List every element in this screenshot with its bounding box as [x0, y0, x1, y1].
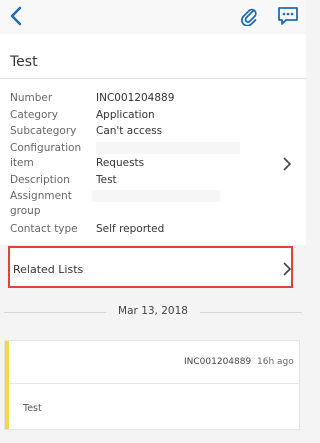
field-label-item: item — [10, 157, 34, 169]
activity-date: Mar 13, 2018 — [118, 305, 188, 317]
chevron-right-icon — [283, 262, 291, 276]
field-label-category: Category — [10, 109, 58, 121]
field-label-subcategory: Subcategory — [10, 125, 77, 137]
card-incident-number: INC001204889 — [184, 357, 252, 367]
divider — [0, 78, 306, 79]
field-label-configuration: Configuration — [10, 142, 82, 154]
field-label-contact-type: Contact type — [10, 223, 78, 235]
field-label-assignment: Assignment — [10, 190, 72, 202]
field-value-configuration-item[interactable]: Requests — [96, 157, 144, 170]
back-chevron-icon[interactable] — [9, 6, 23, 26]
record-panel — [0, 34, 306, 245]
field-value-configuration-empty — [96, 142, 240, 154]
field-value-subcategory: Can't access — [96, 125, 163, 137]
related-lists-label: Related Lists — [13, 263, 84, 276]
chevron-right-icon[interactable] — [282, 157, 291, 171]
card-timestamp: 16h ago — [257, 357, 294, 367]
field-value-number: INC001204889 — [96, 92, 175, 104]
card-accent-bar — [5, 341, 9, 429]
card-divider — [9, 383, 299, 384]
field-value-contact-type: Self reported — [96, 223, 165, 235]
related-lists-row[interactable]: Related Lists — [8, 246, 293, 288]
field-value-category: Application — [96, 109, 155, 121]
field-label-group: group — [10, 205, 41, 217]
card-text: Test — [23, 403, 42, 414]
date-separator: Mar 13, 2018 — [0, 300, 306, 324]
activity-card[interactable]: INC001204889 16h ago Test — [4, 340, 300, 430]
field-value-assignment-empty — [92, 190, 220, 202]
top-bar — [0, 0, 306, 34]
field-label-description: Description — [10, 174, 70, 186]
field-label-number: Number — [10, 92, 53, 104]
paperclip-icon[interactable] — [240, 6, 258, 26]
field-value-description: Test — [96, 174, 117, 186]
chat-bubble-icon[interactable] — [277, 6, 299, 26]
separator-line-right — [200, 312, 302, 313]
record-title: Test — [10, 54, 38, 70]
